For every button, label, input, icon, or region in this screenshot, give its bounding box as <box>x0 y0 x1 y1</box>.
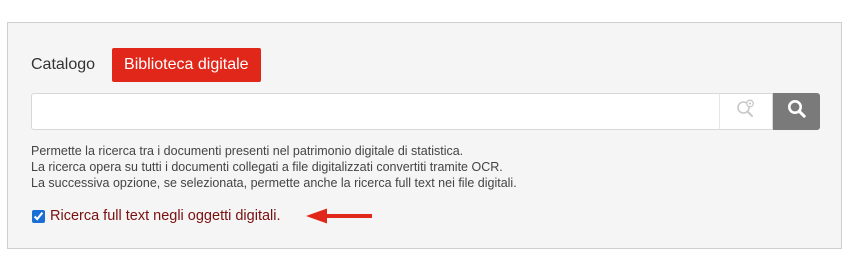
fulltext-checkbox[interactable] <box>32 209 45 223</box>
search-bar <box>31 93 820 130</box>
fulltext-label[interactable]: Ricerca full text negli oggetti digitali… <box>50 208 281 224</box>
search-input[interactable] <box>31 93 719 130</box>
search-description: Permette la ricerca tra i documenti pres… <box>31 143 517 191</box>
tab-biblioteca-digitale[interactable]: Biblioteca digitale <box>112 48 261 82</box>
description-line: Permette la ricerca tra i documenti pres… <box>31 144 464 158</box>
advanced-search-button[interactable] <box>719 93 773 130</box>
search-icon <box>787 99 807 124</box>
search-scope-tabs: Catalogo Biblioteca digitale <box>31 48 261 82</box>
description-line: La successiva opzione, se selezionata, p… <box>31 176 517 190</box>
search-button[interactable] <box>773 93 820 130</box>
fulltext-option[interactable]: Ricerca full text negli oggetti digitali… <box>31 207 281 225</box>
description-line: La ricerca opera su tutti i documenti co… <box>31 160 503 174</box>
tab-catalogo[interactable]: Catalogo <box>31 56 95 74</box>
magnifier-settings-icon <box>735 98 757 125</box>
arrow-pointer-icon <box>306 206 374 231</box>
search-panel: Catalogo Biblioteca digitale Permette la… <box>7 22 842 249</box>
